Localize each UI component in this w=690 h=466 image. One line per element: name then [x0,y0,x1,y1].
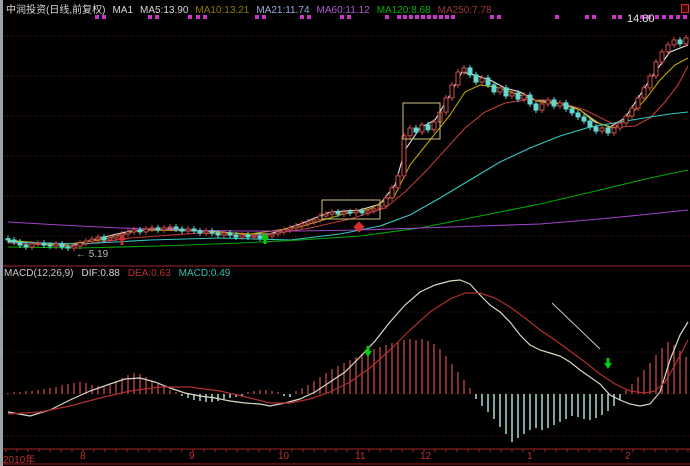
signal-mark [148,15,152,19]
macd-dea-line [8,293,688,414]
signal-mark [421,15,425,19]
main-grid [4,36,690,236]
signal-mark [385,15,389,19]
month-label: 12 [420,451,431,462]
signal-mark [585,15,589,19]
macd-value: MACD:0.49 [179,268,231,279]
signal-mark [155,15,159,19]
high-price-label: 14.80 [627,13,655,25]
month-label: 10 [278,451,289,462]
month-label: 9 [189,451,195,462]
signal-mark [347,15,351,19]
signal-mark [662,15,666,19]
signal-mark [676,15,680,19]
ma60-line [8,112,688,244]
signal-mark [497,15,501,19]
signal-mark [409,15,413,19]
signal-mark [95,15,99,19]
month-label: 1 [527,451,533,462]
signal-mark [618,15,622,19]
signal-mark [102,15,106,19]
month-label: 2 [625,451,631,462]
signal-mark [262,15,266,19]
signal-mark [427,15,431,19]
macd-name: MACD(12,26,9) [4,268,73,279]
signal-mark [490,15,494,19]
signal-mark [655,15,659,19]
month-label: 8 [80,451,86,462]
signal-mark [340,15,344,19]
month-label: 2010年 [3,451,35,466]
signal-mark [403,15,407,19]
signal-mark [445,15,449,19]
signal-mark [592,15,596,19]
signal-mark [300,15,304,19]
signal-mark [433,15,437,19]
time-axis-labels[interactable]: 2010年8910111212 [0,451,690,464]
signal-mark [451,15,455,19]
signal-marker-row [0,15,690,21]
trade-markers [118,221,612,369]
signal-mark [188,15,192,19]
signal-mark [203,15,207,19]
window-left-border [0,0,3,466]
stock-chart-window: 中润投资(日线,前复权)MA1MA5:13.90MA10:13.21MA21:1… [0,0,690,466]
macd-grid [4,312,690,436]
macd-histogram [8,339,686,442]
signal-mark [196,15,200,19]
signal-mark [555,15,559,19]
chart-canvas[interactable] [0,0,690,466]
signal-mark [683,15,687,19]
ma-lines [8,45,688,248]
signal-mark [415,15,419,19]
signal-mark [612,15,616,19]
low-price-label: ← 5.19 [76,249,108,260]
signal-mark [255,15,259,19]
ma5-line [8,45,688,246]
highlight-boxes [322,103,440,219]
signal-mark [307,15,311,19]
macd-header: MACD(12,26,9) DIF:0.88 DEA:0.63 MACD:0.49 [4,268,238,279]
month-label: 11 [355,451,365,462]
dea-value: DEA:0.63 [128,268,171,279]
dif-value: DIF:0.88 [81,268,119,279]
signal-mark [439,15,443,19]
ma10-line [8,58,688,245]
indicator-header: 中润投资(日线,前复权)MA1MA5:13.90MA10:13.21MA21:1… [6,1,499,16]
signal-mark [669,15,673,19]
signal-mark [397,15,401,19]
corner-button[interactable] [681,4,689,13]
